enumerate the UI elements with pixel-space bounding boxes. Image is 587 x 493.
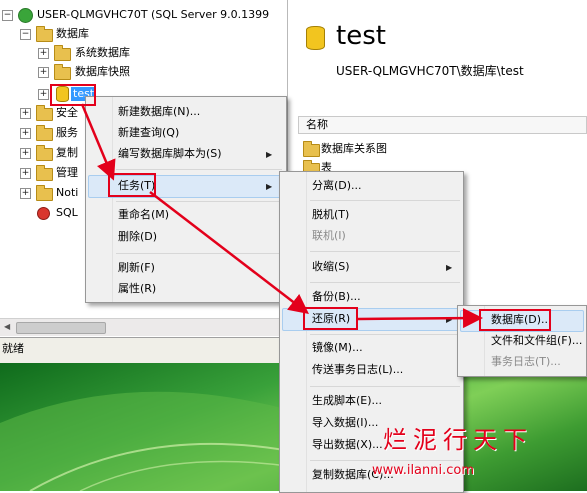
menu-item-restore-log[interactable]: 事务日志(T)... (491, 352, 561, 372)
tree-label: 复制 (56, 146, 78, 159)
folder-icon (36, 165, 53, 181)
submenu-arrow-icon: ▶ (446, 315, 453, 324)
menu-item-bring-online[interactable]: 联机(I) (312, 226, 346, 246)
menu-item-properties[interactable]: 属性(R) (118, 279, 156, 299)
server-label: USER-QLMGVHC70T (SQL Server 9.0.1399 (37, 8, 270, 21)
menu-separator (116, 253, 282, 254)
agent-stopped-icon (37, 207, 50, 220)
expand-icon[interactable]: + (20, 128, 31, 139)
annotation-box-test (50, 84, 96, 106)
tree-label: SQL (56, 206, 78, 219)
menu-item-generate-scripts[interactable]: 生成脚本(E)... (312, 391, 382, 411)
expand-icon[interactable]: + (20, 148, 31, 159)
menu-separator (310, 460, 460, 461)
list-item-label: 数据库关系图 (321, 142, 387, 155)
menu-item-new-query[interactable]: 新建查询(Q) (118, 123, 179, 143)
expand-icon[interactable]: + (20, 168, 31, 179)
tree-label: 数据库 (56, 27, 89, 40)
menu-item-rename[interactable]: 重命名(M) (118, 205, 169, 225)
menu-item-mirror[interactable]: 镜像(M)... (312, 338, 363, 358)
collapse-icon[interactable]: − (2, 10, 13, 21)
menu-item-import-data[interactable]: 导入数据(I)... (312, 413, 378, 433)
menu-gutter (280, 172, 307, 492)
tree-label: 系统数据库 (75, 46, 130, 59)
annotation-box-database (479, 309, 551, 331)
list-column-header[interactable]: 名称 (298, 116, 587, 134)
menu-gutter (86, 97, 113, 302)
tree-label: 管理 (56, 166, 78, 179)
scroll-left-icon[interactable]: ◀ (4, 322, 10, 331)
submenu-arrow-icon: ▶ (266, 150, 273, 159)
menu-item-new-database[interactable]: 新建数据库(N)... (118, 102, 200, 122)
submenu-arrow-icon: ▶ (266, 182, 273, 191)
menu-separator (310, 251, 460, 252)
menu-separator (310, 386, 460, 387)
folder-icon (36, 145, 53, 161)
status-bar: 就绪 (0, 337, 285, 363)
annotation-box-tasks (108, 173, 156, 197)
expand-icon[interactable]: + (20, 188, 31, 199)
folder-icon (54, 45, 71, 61)
menu-item-delete[interactable]: 删除(D) (118, 227, 157, 247)
tree-label: Noti (56, 186, 79, 199)
tree-label: 数据库快照 (75, 65, 130, 78)
folder-icon (36, 185, 53, 201)
submenu-arrow-icon: ▶ (446, 263, 453, 272)
column-header-name: 名称 (306, 118, 328, 131)
menu-separator (116, 169, 282, 170)
menu-separator (310, 200, 460, 201)
menu-item-shrink[interactable]: 收缩(S) (312, 257, 350, 277)
collapse-icon[interactable]: − (20, 29, 31, 40)
menu-item-log-shipping[interactable]: 传送事务日志(L)... (312, 360, 403, 380)
server-icon (18, 8, 33, 23)
folder-icon (36, 26, 53, 42)
menu-separator (310, 334, 460, 335)
scrollbar-thumb[interactable] (16, 322, 106, 334)
tree-label: 安全 (56, 106, 78, 119)
folder-icon (36, 105, 53, 121)
watermark-url: www.ilanni.com (372, 463, 475, 478)
tree-label: 服务 (56, 126, 78, 139)
database-context-menu: 新建数据库(N)... 新建查询(Q) 编写数据库脚本为(S) ▶ 任务(T) … (85, 96, 287, 303)
database-large-icon (306, 26, 325, 50)
summary-path: USER-QLMGVHC70T\数据库\test (336, 64, 524, 78)
status-text: 就绪 (2, 342, 24, 355)
menu-separator (116, 201, 282, 202)
expand-icon[interactable]: + (20, 108, 31, 119)
menu-item-restore-files[interactable]: 文件和文件组(F)... (491, 331, 582, 351)
folder-icon (36, 125, 53, 141)
menu-item-backup[interactable]: 备份(B)... (312, 287, 361, 307)
folder-icon (303, 141, 320, 157)
expand-icon[interactable]: + (38, 89, 49, 100)
menu-item-refresh[interactable]: 刷新(F) (118, 258, 155, 278)
summary-title: test (336, 21, 386, 51)
expand-icon[interactable]: + (38, 67, 49, 78)
horizontal-scrollbar[interactable]: ◀ (0, 318, 285, 336)
folder-icon (54, 64, 71, 80)
expand-icon[interactable]: + (38, 48, 49, 59)
menu-item-script-as[interactable]: 编写数据库脚本为(S) (118, 144, 222, 164)
menu-item-export-data[interactable]: 导出数据(X)... (312, 435, 383, 455)
menu-item-detach[interactable]: 分离(D)... (312, 176, 362, 196)
annotation-box-restore (303, 307, 358, 330)
menu-item-take-offline[interactable]: 脱机(T) (312, 205, 349, 225)
watermark-brand: 烂泥行天下 (383, 426, 533, 454)
menu-separator (310, 282, 460, 283)
